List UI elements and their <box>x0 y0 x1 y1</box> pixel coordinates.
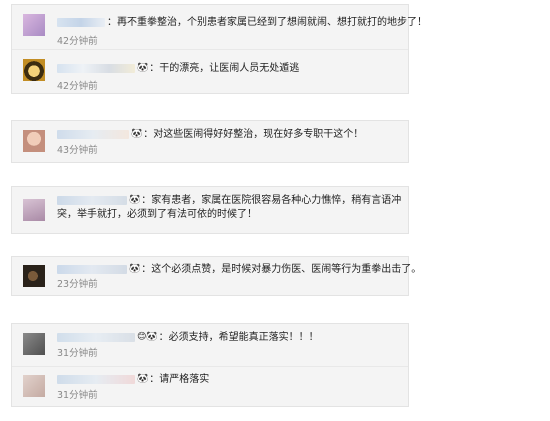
comment-time: 42分钟前 <box>57 36 98 47</box>
comment-item: 🐼：对这些医闹得好好整治，现在好多专职干这个！ 43分钟前 <box>12 121 408 164</box>
panda-emoji-icon: 🐼 <box>137 374 149 384</box>
comment-item: 🐼：这个必须点赞，是时候对暴力伤医、医闹等行为重拳出击了。 23分钟前 <box>12 257 421 297</box>
comment-time: 31分钟前 <box>57 390 98 401</box>
avatar[interactable] <box>23 375 45 397</box>
comment-group-3: 🐼：家有患者，家属在医院很容易各种心力憔悴，稍有言语冲突，举手就打，必须到了有法… <box>11 186 409 234</box>
comment-line: 🐼：家有患者，家属在医院很容易各种心力憔悴，稍有言语冲突，举手就打，必须到了有法… <box>57 193 402 222</box>
comment-group-1: ：再不重拳整治，个别患者家属已经到了想闹就闹、想打就打的地步了！ 42分钟前 🐼… <box>11 4 427 94</box>
panda-emoji-icon: 🐼 <box>129 195 141 205</box>
comment-feed: ：再不重拳整治，个别患者家属已经到了想闹就闹、想打就打的地步了！ 42分钟前 🐼… <box>0 0 550 421</box>
avatar[interactable] <box>23 14 45 36</box>
avatar[interactable] <box>23 199 45 221</box>
comment-group-2: 🐼：对这些医闹得好好整治，现在好多专职干这个！ 43分钟前 <box>11 120 409 163</box>
comment-item: 🐼：请严格落实 31分钟前 <box>12 366 408 408</box>
avatar[interactable] <box>23 59 45 81</box>
username-blurred[interactable] <box>57 17 105 27</box>
comment-line: 🐼：干的漂亮，让医闹人员无处遁逃 <box>57 61 402 76</box>
comment-time: 43分钟前 <box>57 145 98 156</box>
username-blurred[interactable] <box>57 374 135 384</box>
username-blurred[interactable] <box>57 332 135 342</box>
username-blurred[interactable] <box>57 129 129 139</box>
comment-text: ：干的漂亮，让医闹人员无处遁逃 <box>149 63 300 74</box>
comment-text: ：再不重拳整治，个别患者家属已经到了想闹就闹、想打就打的地步了！ <box>107 17 427 28</box>
comment-item: 🐼：家有患者，家属在医院很容易各种心力憔悴，稍有言语冲突，举手就打，必须到了有法… <box>12 187 408 235</box>
panda-emoji-icon: 🐼 <box>131 129 143 139</box>
avatar[interactable] <box>23 265 45 287</box>
comment-line: 🐼：请严格落实 <box>57 372 402 387</box>
comment-text: ：请严格落实 <box>149 374 210 385</box>
comment-time: 23分钟前 <box>57 279 98 290</box>
comment-item: 🐼：干的漂亮，让医闹人员无处遁逃 42分钟前 <box>12 49 408 93</box>
comment-item: 😊🐼：必须支持，希望能真正落实！！！ 31分钟前 <box>12 324 408 366</box>
avatar[interactable] <box>23 333 45 355</box>
username-blurred[interactable] <box>57 264 127 274</box>
username-blurred[interactable] <box>57 195 127 205</box>
comment-group-4: 🐼：这个必须点赞，是时候对暴力伤医、医闹等行为重拳出击了。 23分钟前 <box>11 256 421 297</box>
comment-text: ：必须支持，希望能真正落实！！！ <box>158 332 319 343</box>
comment-group-5: 😊🐼：必须支持，希望能真正落实！！！ 31分钟前 🐼：请严格落实 31分钟前 <box>11 323 409 407</box>
comment-line: ：再不重拳整治，个别患者家属已经到了想闹就闹、想打就打的地步了！ <box>57 16 427 30</box>
comment-text: ：这个必须点赞，是时候对暴力伤医、医闹等行为重拳出击了。 <box>141 264 422 275</box>
comment-item: ：再不重拳整治，个别患者家属已经到了想闹就闹、想打就打的地步了！ 42分钟前 <box>12 5 427 49</box>
comment-text: ：对这些医闹得好好整治，现在好多专职干这个！ <box>143 129 364 140</box>
emoji-icons: 😊🐼 <box>137 332 158 342</box>
comment-line: 😊🐼：必须支持，希望能真正落实！！！ <box>57 330 402 345</box>
comment-time: 31分钟前 <box>57 348 98 359</box>
comment-line: 🐼：这个必须点赞，是时候对暴力伤医、医闹等行为重拳出击了。 <box>57 262 421 277</box>
panda-emoji-icon: 🐼 <box>129 264 141 274</box>
comment-line: 🐼：对这些医闹得好好整治，现在好多专职干这个！ <box>57 127 402 142</box>
comment-time: 42分钟前 <box>57 81 98 92</box>
avatar[interactable] <box>23 130 45 152</box>
username-blurred[interactable] <box>57 63 135 73</box>
panda-emoji-icon: 🐼 <box>137 63 149 73</box>
